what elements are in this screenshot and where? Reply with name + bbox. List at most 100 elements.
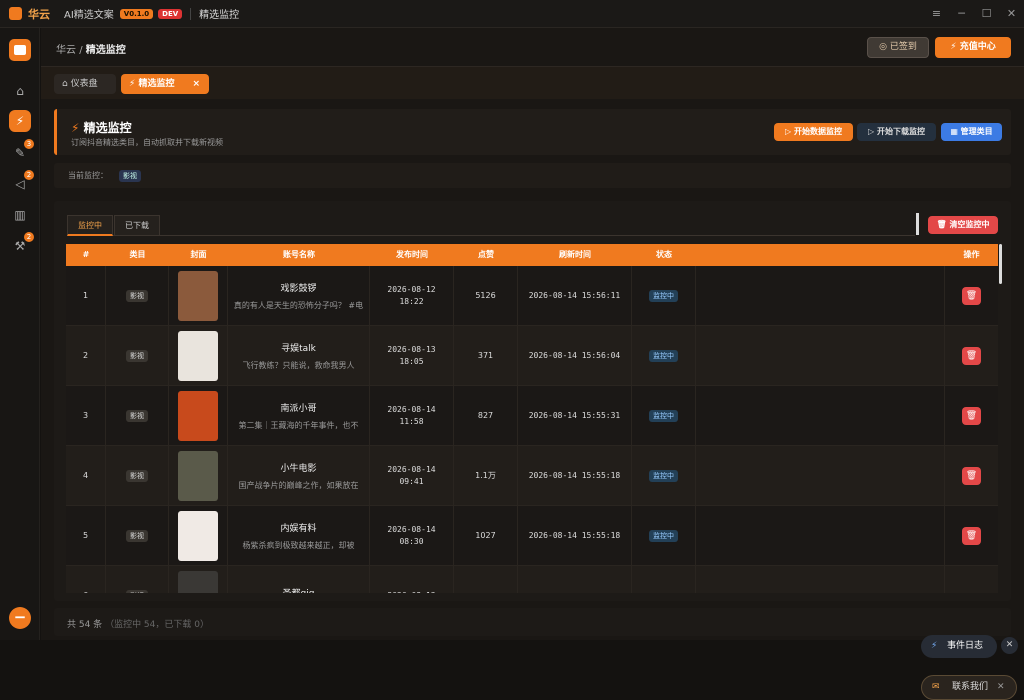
cover-image[interactable] (178, 330, 218, 381)
refresh-time: 2026-08-14 15:55:18 (518, 506, 632, 565)
refresh-time: 2026-08-14 15:55:18 (518, 446, 632, 505)
spacer-cell (696, 446, 945, 505)
home-icon[interactable]: ⌂ (9, 80, 31, 102)
publish-time: 2026-08-12 18:22 (370, 266, 454, 325)
action-cell: 🗑 (945, 326, 998, 385)
account-name[interactable]: 戏影鼓锣 (280, 281, 316, 294)
delete-button[interactable]: 🗑 (962, 346, 981, 365)
subtab-downloaded[interactable]: 已下载 (114, 215, 160, 236)
tab-close-icon[interactable]: × (192, 74, 200, 94)
category-tag: 影视 (126, 409, 148, 422)
signed-button[interactable]: ◎ 已签到 (867, 37, 929, 58)
video-description: 杨紫杀疯到极致越来越正，却被 (242, 540, 355, 550)
publish-clock: 09:41 (399, 476, 424, 486)
refresh-time: 2026-08-14 15:56:11 (518, 266, 632, 325)
button-label: 开始下载监控 (876, 127, 925, 136)
home-icon: ⌂ (62, 79, 71, 89)
app-name: AI精选文案 (64, 10, 114, 21)
trash-icon: 🗑 (936, 220, 950, 229)
contact-label: 联系我们 (952, 682, 989, 692)
app-logo-icon (9, 7, 22, 20)
account-cell: 内娱有料杨紫杀疯到极致越来越正，却被 (228, 506, 370, 565)
likes (454, 566, 518, 593)
category-cell: 影视 (106, 266, 169, 325)
title-divider (190, 7, 192, 20)
contact-button[interactable]: ✉ 联系我们 ✕ (921, 675, 1017, 700)
table-row: 2 影视 寻娱talk 飞行教练？只能说，救命我男人 2026-08-13 18:05 37… (66, 326, 998, 386)
lightning-icon[interactable]: ⚡ (9, 110, 31, 132)
scrollbar[interactable] (999, 244, 1002, 284)
minimize-icon[interactable]: ─ (949, 0, 974, 28)
content: ⚡ 精选监控 订阅抖音精选类目，自动抓取并下载新视频 ▷ 开始数据监控 ▷ 开始… (54, 109, 1018, 700)
collapse-icon[interactable]: − (9, 607, 31, 629)
edit-icon[interactable]: ✎ 3 (9, 139, 34, 164)
cover-cell (169, 506, 228, 565)
clear-monitor-button[interactable]: 🗑 清空监控中 (928, 216, 998, 234)
menu-icon[interactable]: ≡ (924, 0, 949, 28)
page-subtitle: 订阅抖音精选类目，自动抓取并下载新视频 (71, 138, 223, 147)
table-body: 1 影视 戏影鼓锣 真的有人是天生的恐怖分子吗？ #电 2026-08-12 18:22 5… (66, 266, 998, 593)
delete-button[interactable]: 🗑 (962, 466, 981, 485)
start-download-monitor-button[interactable]: ▷ 开始下载监控 (857, 123, 936, 141)
current-monitor-bar: 当前监控： 影视 (54, 163, 1011, 188)
tab-bar: ⌂ 仪表盘 ⚡ 精选监控 × (41, 66, 1024, 99)
status-cell: 监控中 (632, 386, 696, 445)
tools-icon[interactable]: ⚒ 2 (9, 232, 34, 257)
cover-cell (169, 386, 228, 445)
action-cell: 🗑 (945, 386, 998, 445)
start-data-monitor-button[interactable]: ▷ 开始数据监控 (774, 123, 853, 141)
manage-categories-button[interactable]: ▦ 管理类目 (941, 123, 1002, 141)
cover-cell (169, 446, 228, 505)
spacer-cell (696, 506, 945, 565)
brand-name: 华云 (28, 7, 50, 21)
cover-image[interactable] (178, 270, 218, 321)
divider (916, 213, 919, 235)
recharge-label: 充值中心 (959, 42, 996, 52)
account-name[interactable]: 内娱有料 (280, 521, 316, 534)
publish-clock: 18:05 (399, 356, 424, 366)
recharge-button[interactable]: ⚡ 充值中心 (935, 37, 1011, 58)
status-cell: 监控中 (632, 446, 696, 505)
breadcrumb-current: 精选监控 (85, 45, 126, 56)
account-name[interactable]: 圣都gig (283, 586, 315, 593)
publish-clock: 18:22 (399, 296, 424, 306)
table-row: 4 影视 小牛电影 国产战争片的巅峰之作，如果放在 2026-08-14 09:41 1.1… (66, 446, 998, 506)
delete-button[interactable]: 🗑 (962, 286, 981, 305)
event-log-button[interactable]: 事件日志 (921, 635, 997, 658)
delete-button[interactable]: 🗑 (962, 406, 981, 425)
account-name[interactable]: 小牛电影 (280, 461, 316, 474)
cover-image[interactable] (178, 390, 218, 441)
refresh-time: 2026-08-14 15:55:31 (518, 386, 632, 445)
video-description: 真的有人是天生的恐怖分子吗？ #电 (233, 300, 364, 310)
delete-button[interactable]: 🗑 (962, 526, 981, 545)
close-icon[interactable]: ✕ (999, 0, 1024, 28)
tab-monitor[interactable]: ⚡ 精选监控 × (121, 74, 209, 94)
account-cell: 寻娱talk 飞行教练？只能说，救命我男人 (228, 326, 370, 385)
category-tag: 影视 (126, 529, 148, 542)
cover-image[interactable] (178, 570, 218, 593)
spacer-cell (696, 386, 945, 445)
account-name[interactable]: 寻娱talk (281, 341, 316, 354)
account-cell: 戏影鼓锣真的有人是天生的恐怖分子吗？ #电 (228, 266, 370, 325)
row-index: 5 (66, 506, 106, 565)
maximize-icon[interactable]: ☐ (974, 0, 999, 28)
status-cell (632, 566, 696, 593)
sidebar-logo-icon (9, 39, 31, 61)
cover-image[interactable] (178, 510, 218, 561)
account-cell: 南派小哥 第二集｜王藏海的千年事件，也不 (228, 386, 370, 445)
page-title-text: 精选监控 (83, 121, 132, 135)
breadcrumb-root[interactable]: 华云 (56, 45, 76, 56)
button-label: 开始数据监控 (793, 127, 842, 136)
page-header: ⚡ 精选监控 订阅抖音精选类目，自动抓取并下载新视频 ▷ 开始数据监控 ▷ 开始… (54, 109, 1011, 155)
tab-dashboard[interactable]: ⌂ 仪表盘 (54, 74, 116, 94)
cover-image[interactable] (178, 450, 218, 501)
tools-badge: 2 (24, 232, 34, 242)
account-name[interactable]: 南派小哥 (280, 401, 316, 414)
account-cell: 圣都gig (228, 566, 370, 593)
subtab-monitoring[interactable]: 监控中 (67, 215, 113, 236)
speaker-icon[interactable]: ◁ 2 (9, 170, 34, 195)
signed-label: 已签到 (889, 42, 917, 52)
publish-date: 2026-08-14 (387, 524, 436, 534)
contact-close-icon[interactable]: ✕ (997, 676, 1005, 699)
chart-icon[interactable]: ▥ (9, 204, 31, 226)
